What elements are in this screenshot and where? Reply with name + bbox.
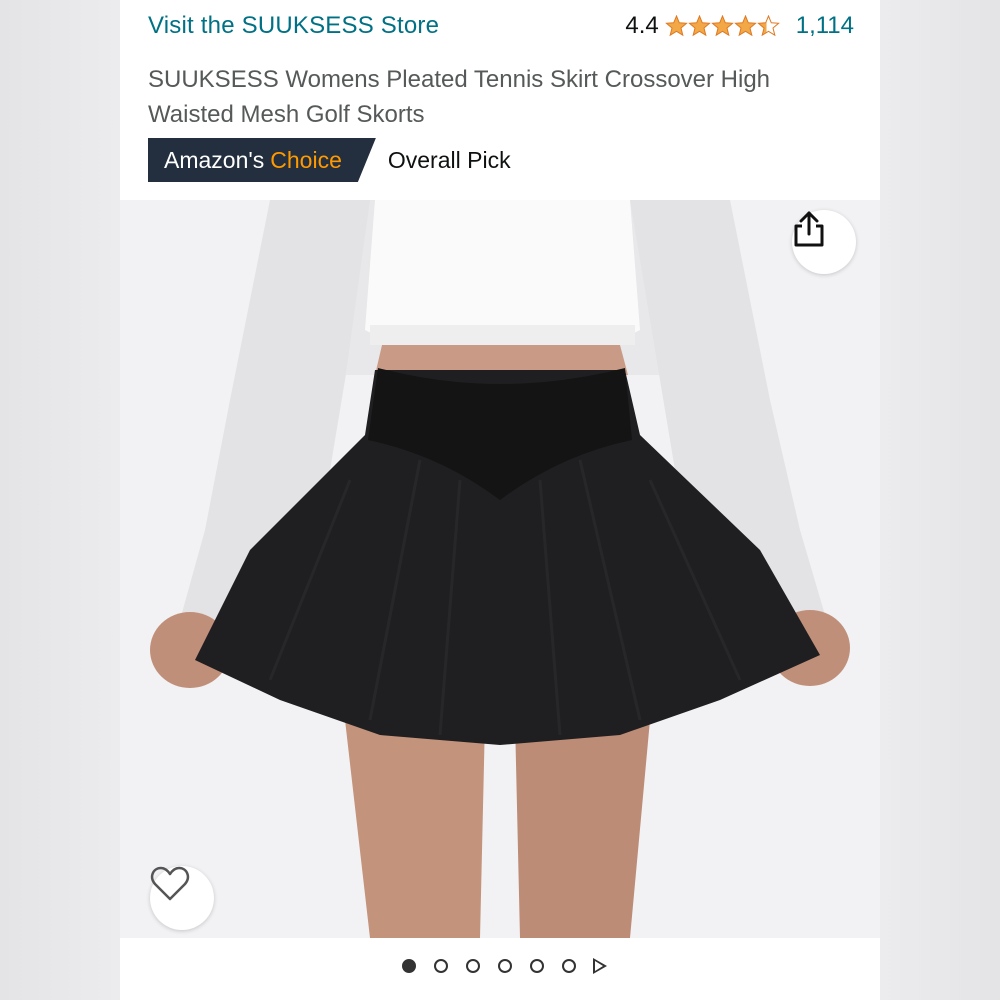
star-icon bbox=[687, 15, 711, 37]
image-pagination bbox=[120, 938, 880, 993]
star-icon bbox=[733, 15, 757, 37]
pagination-dot[interactable] bbox=[434, 958, 448, 973]
amazons-choice-badge[interactable]: Amazon's Choice bbox=[148, 138, 376, 182]
star-icon bbox=[710, 15, 734, 37]
store-link[interactable]: Visit the SUUKSESS Store bbox=[148, 12, 439, 40]
review-count[interactable]: 1,114 bbox=[796, 12, 854, 40]
share-button[interactable] bbox=[792, 210, 856, 274]
pagination-dot[interactable] bbox=[498, 958, 512, 973]
rating-summary[interactable]: 4.4 1,114 bbox=[625, 12, 854, 40]
pagination-dot[interactable] bbox=[562, 958, 576, 973]
badge-highlight: Choice bbox=[270, 146, 342, 173]
product-header: Visit the SUUKSESS Store 4.4 1,114 SUUKS… bbox=[120, 0, 880, 200]
product-photo-illustration bbox=[120, 200, 880, 938]
right-margin bbox=[880, 0, 1000, 1000]
product-image[interactable] bbox=[120, 200, 880, 938]
pagination-dot[interactable] bbox=[466, 958, 480, 973]
favorite-button[interactable] bbox=[150, 866, 214, 930]
star-rating bbox=[664, 15, 780, 37]
left-margin bbox=[0, 0, 120, 1000]
pagination-dot[interactable] bbox=[402, 958, 416, 973]
badge-prefix: Amazon's bbox=[164, 146, 265, 173]
badge-label: Overall Pick bbox=[387, 146, 511, 173]
product-card: Visit the SUUKSESS Store 4.4 1,114 SUUKS… bbox=[120, 0, 880, 1000]
product-title: SUUKSESS Womens Pleated Tennis Skirt Cro… bbox=[148, 66, 771, 128]
heart-icon bbox=[150, 866, 190, 901]
rating-score: 4.4 bbox=[625, 12, 659, 39]
play-icon[interactable] bbox=[593, 957, 607, 974]
pagination-dot[interactable] bbox=[530, 958, 544, 973]
star-icon bbox=[664, 15, 688, 37]
badge-row: Amazon's Choice Overall Pick bbox=[148, 138, 511, 182]
share-icon bbox=[794, 211, 824, 247]
star-icon bbox=[756, 15, 780, 37]
